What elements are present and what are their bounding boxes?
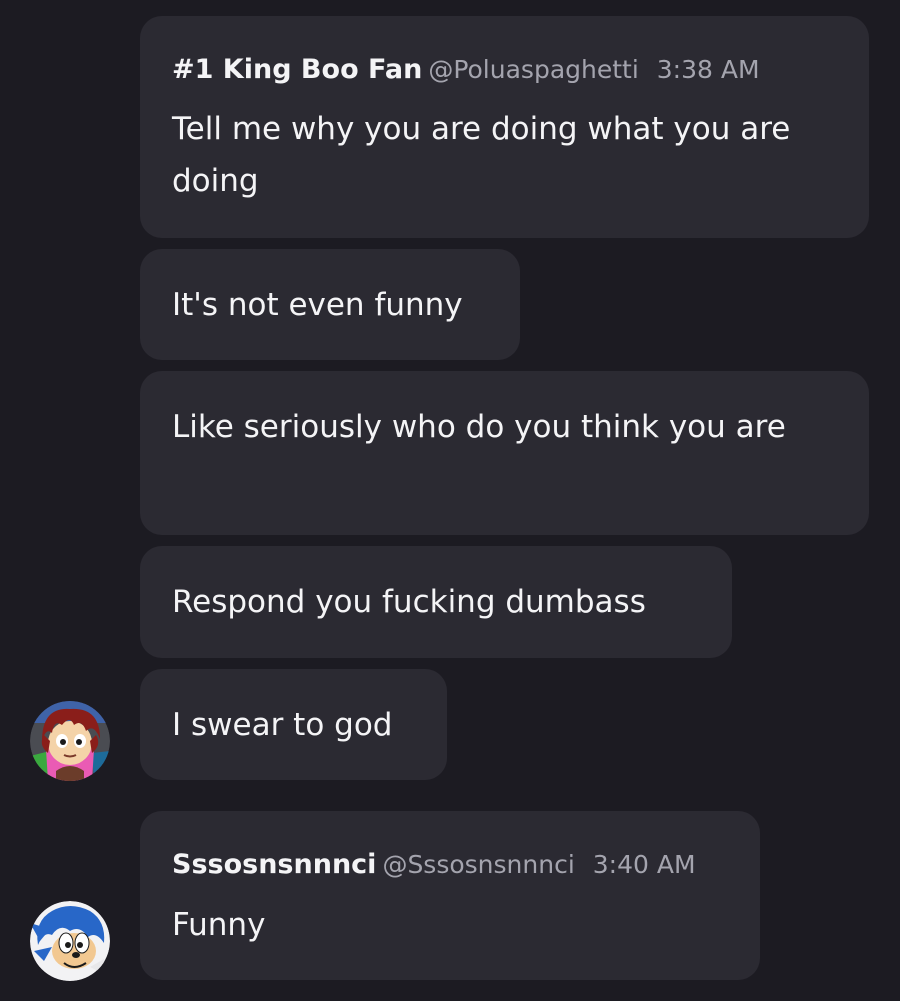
message-bubble[interactable]: Respond you fucking dumbass [140,546,732,658]
message-text: I swear to god [172,707,393,743]
message-bubble[interactable]: Sssosnsnnnci @Sssosnsnnnci 3:40 AM Funny [140,811,760,980]
message-text: Like seriously who do you think you are [172,409,786,445]
blue-hedgehog-avatar[interactable] [30,901,110,981]
avatar-image [30,701,110,781]
message-header: Sssosnsnnnci @Sssosnsnnnci 3:40 AM [172,847,696,886]
message-text: Respond you fucking dumbass [172,584,646,620]
author-handle[interactable]: @Poluaspaghetti [428,55,638,84]
author-handle[interactable]: @Sssosnsnnnci [382,850,574,879]
message-text: Tell me why you are doing what you are d… [172,111,791,199]
message-header: #1 King Boo Fan @Poluaspaghetti 3:38 AM [172,52,760,91]
message-bubble[interactable]: I swear to god [140,669,447,780]
message-text: It's not even funny [172,287,463,323]
red-haired-character-avatar[interactable] [30,701,110,781]
author-name[interactable]: #1 King Boo Fan [172,54,422,85]
author-name[interactable]: Sssosnsnnnci [172,849,376,880]
avatar-image [30,901,110,981]
message-bubble[interactable]: It's not even funny [140,249,520,360]
message-timestamp: 3:40 AM [592,850,696,879]
message-timestamp: 3:38 AM [656,55,760,84]
message-bubble[interactable]: #1 King Boo Fan @Poluaspaghetti 3:38 AM Te… [140,16,869,238]
message-bubble[interactable]: Like seriously who do you think you are [140,371,869,535]
message-text: Funny [172,907,266,943]
